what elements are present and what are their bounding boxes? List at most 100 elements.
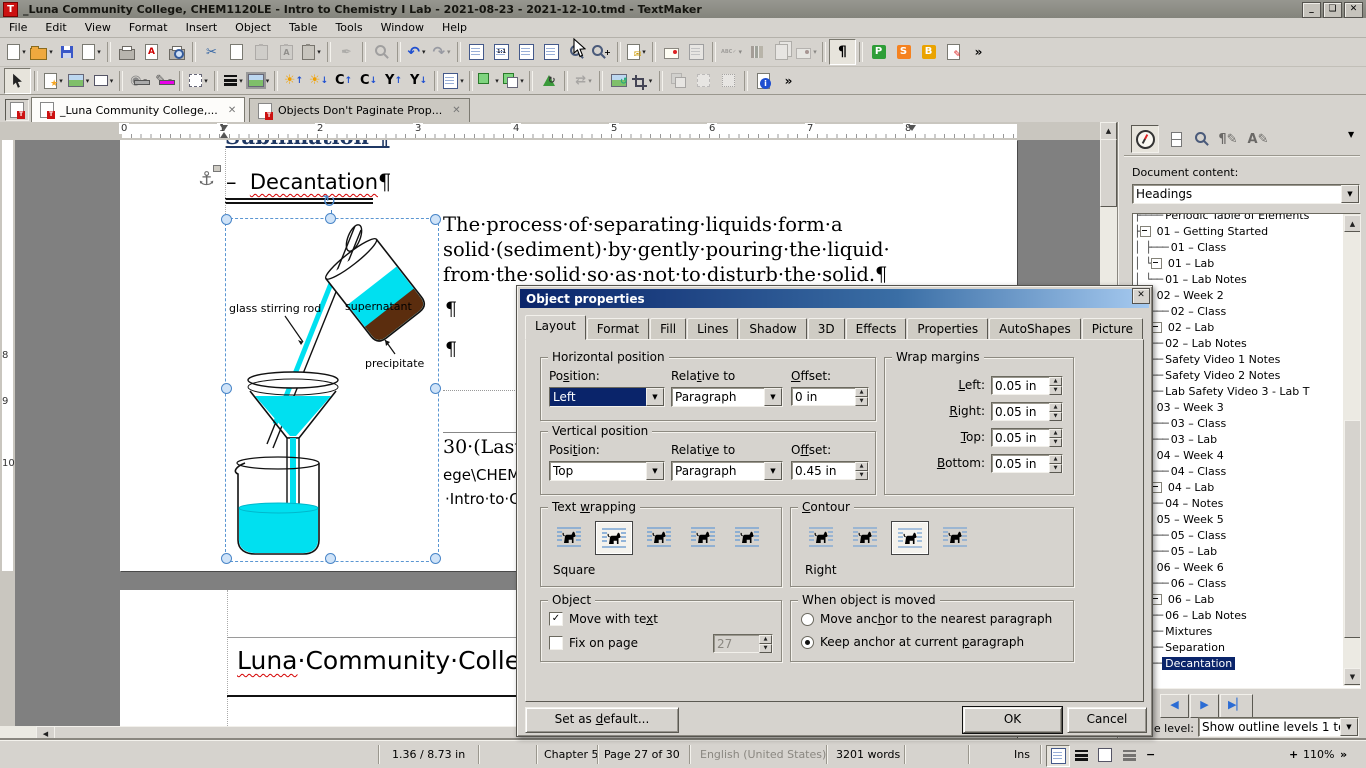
dropdown-arrow-icon[interactable]: ▾ bbox=[520, 77, 524, 85]
tree-item-04-lab[interactable]: │ └04 – Lab bbox=[1134, 479, 1342, 495]
spin-up[interactable]: ▲ bbox=[1049, 429, 1062, 438]
set-as-default-button[interactable]: Set as default... bbox=[525, 707, 679, 733]
text-wrapping-option-4[interactable] bbox=[685, 521, 721, 553]
basicmaker-button[interactable]: B bbox=[916, 40, 941, 64]
new-document-button[interactable]: ▾ bbox=[4, 40, 29, 64]
tree-collapse-icon[interactable] bbox=[1140, 226, 1151, 237]
sidebar-tab-navigation[interactable] bbox=[1131, 125, 1159, 153]
contour-option-3[interactable] bbox=[891, 521, 929, 555]
dialog-tab-effects[interactable]: Effects bbox=[846, 318, 907, 340]
flip-object-button[interactable]: ⇄▾ bbox=[571, 69, 596, 93]
outline-level-combo[interactable]: Show outline levels 1 to 9 ▼ bbox=[1198, 717, 1359, 737]
picture-style-button[interactable]: ▾ bbox=[246, 69, 271, 93]
tree-scroll-thumb[interactable] bbox=[1344, 420, 1361, 638]
tree-item-03-lab[interactable]: │ └───03 – Lab bbox=[1134, 431, 1342, 447]
view-continuous-button[interactable] bbox=[1070, 745, 1092, 765]
restore-button[interactable]: ❏ bbox=[1323, 2, 1342, 18]
dropdown-arrow-icon[interactable]: ▾ bbox=[460, 77, 464, 85]
dialog-tab-fill[interactable]: Fill bbox=[650, 318, 686, 340]
fit-window-view-button[interactable] bbox=[514, 40, 539, 64]
toolbar-overflow-button[interactable]: » bbox=[776, 69, 801, 93]
gamma-down-button[interactable]: Y↓ bbox=[406, 69, 431, 93]
dropdown-arrow-icon[interactable]: ▾ bbox=[86, 77, 90, 85]
dropdown-arrow-icon[interactable]: ▾ bbox=[49, 48, 53, 56]
view-normal-button[interactable] bbox=[1046, 745, 1070, 767]
dropdown-arrow-icon[interactable]: ▾ bbox=[266, 77, 270, 85]
borders-button[interactable]: ▾ bbox=[186, 69, 211, 93]
contour-option-4[interactable] bbox=[937, 521, 973, 553]
tree-item-06-lab[interactable]: │ └06 – Lab bbox=[1134, 591, 1342, 607]
spin-up[interactable]: ▲ bbox=[759, 635, 772, 644]
spin-down[interactable]: ▼ bbox=[1049, 386, 1062, 395]
dialog-tab-lines[interactable]: Lines bbox=[687, 318, 738, 340]
brightness-down-button[interactable]: ☀↓ bbox=[306, 69, 331, 93]
sidebar-menu-chevron[interactable]: ▼ bbox=[1348, 130, 1354, 139]
nav-previous-button[interactable]: ◀ bbox=[1160, 694, 1189, 718]
dropdown-arrow-icon[interactable]: ▾ bbox=[97, 48, 101, 56]
rotate-handle[interactable]: ↻ bbox=[322, 192, 336, 212]
tree-item-06-class[interactable]: │ ├───06 – Class bbox=[1134, 575, 1342, 591]
wrap-margin-t-op-spinner[interactable]: 0.05 in ▲▼ bbox=[991, 428, 1063, 447]
menu-item-table[interactable]: Table bbox=[280, 19, 326, 36]
tree-item-02-class[interactable]: │ ├───02 – Class bbox=[1134, 303, 1342, 319]
insert-picture-button[interactable]: ▾ bbox=[66, 69, 91, 93]
cancel-button[interactable]: Cancel bbox=[1067, 707, 1147, 733]
menu-item-window[interactable]: Window bbox=[372, 19, 433, 36]
selection-handle[interactable] bbox=[325, 553, 336, 564]
menu-item-object[interactable]: Object bbox=[226, 19, 280, 36]
zoom-percent[interactable]: 110% bbox=[1303, 748, 1334, 761]
text-wrapping-option-5[interactable] bbox=[729, 521, 765, 553]
open-button[interactable]: ▾ bbox=[29, 40, 54, 64]
tree-item-01-getting-started[interactable]: ├01 – Getting Started bbox=[1134, 223, 1342, 239]
text-wrapping-option-1[interactable] bbox=[551, 521, 587, 553]
chevron-down-icon[interactable]: ▼ bbox=[646, 388, 664, 406]
replace-picture-button[interactable]: ↺ bbox=[606, 69, 631, 93]
tree-item-05-week-5[interactable]: ├05 – Week 5 bbox=[1134, 511, 1342, 527]
zoom-in-button[interactable]: + bbox=[589, 40, 614, 64]
text-wrapping-option-3[interactable] bbox=[641, 521, 677, 553]
bring-to-front-button[interactable]: ▾ bbox=[476, 69, 501, 93]
spin-up[interactable]: ▲ bbox=[855, 388, 868, 397]
zoom-out-button[interactable]: − bbox=[1146, 748, 1155, 761]
tree-item-01-lab-notes[interactable]: │ └──01 – Lab Notes bbox=[1134, 271, 1342, 287]
sidebar-tab-paragraph-styles[interactable]: ¶✎ bbox=[1217, 128, 1239, 150]
tree-item-04-week-4[interactable]: ├04 – Week 4 bbox=[1134, 447, 1342, 463]
crop-picture-button[interactable]: ▾ bbox=[631, 69, 656, 93]
presentations-button[interactable]: S bbox=[891, 40, 916, 64]
fix-on-page-checkbox[interactable]: Fix on page bbox=[549, 636, 638, 650]
document-tab-1[interactable]: _Luna Community College,...✕ bbox=[31, 97, 245, 122]
tree-item-06-week-6[interactable]: ├06 – Week 6 bbox=[1134, 559, 1342, 575]
tab-close-icon[interactable]: ✕ bbox=[228, 105, 236, 116]
selected-image-frame[interactable] bbox=[225, 218, 439, 562]
brightness-up-button[interactable]: ☀↑ bbox=[281, 69, 306, 93]
chevron-down-icon[interactable]: ▼ bbox=[646, 462, 664, 480]
dialog-tab-format[interactable]: Format bbox=[587, 318, 649, 340]
paragraph-decantation-text[interactable]: The·process·of·separating·liquids·form·a… bbox=[443, 212, 923, 287]
chevron-down-icon[interactable]: ▼ bbox=[764, 462, 782, 480]
tree-collapse-icon[interactable] bbox=[1151, 258, 1162, 269]
selection-handle[interactable] bbox=[430, 553, 441, 564]
send-to-back-button[interactable]: ▾ bbox=[501, 69, 526, 93]
selection-handle[interactable] bbox=[430, 214, 441, 225]
menu-item-view[interactable]: View bbox=[76, 19, 120, 36]
cut-button[interactable]: ✂ bbox=[199, 40, 224, 64]
clipped-text-fragment[interactable]: ege\CHEM bbox=[443, 466, 520, 484]
pilcrow-2[interactable]: ¶ bbox=[445, 338, 457, 360]
spell-check-button[interactable]: ABC✓▾ bbox=[719, 40, 744, 64]
h-relative-combo[interactable]: Paragraph▼ bbox=[671, 387, 783, 407]
references-button[interactable] bbox=[769, 40, 794, 64]
view-fullpage-button[interactable] bbox=[1094, 745, 1116, 765]
dropdown-arrow-icon[interactable]: ▾ bbox=[110, 77, 114, 85]
spin-down[interactable]: ▼ bbox=[1049, 412, 1062, 421]
paste-button[interactable] bbox=[249, 40, 274, 64]
spin-down[interactable]: ▼ bbox=[759, 644, 772, 653]
textmaker-notes-button[interactable]: ✎ bbox=[941, 40, 966, 64]
tree-item-02-lab[interactable]: │ └02 – Lab bbox=[1134, 319, 1342, 335]
object-properties-button[interactable]: i bbox=[751, 69, 776, 93]
document-tab-2[interactable]: Objects Don't Paginate Prop...✕ bbox=[249, 98, 470, 122]
tree-item-lab-safety-video-3-lab-t[interactable]: │ └──Lab Safety Video 3 - Lab T bbox=[1134, 383, 1342, 399]
insert-comment-button[interactable] bbox=[659, 40, 684, 64]
tree-item-04-notes[interactable]: │ └──04 – Notes bbox=[1134, 495, 1342, 511]
move-with-text-checkbox[interactable]: ✓ Move with text bbox=[549, 612, 658, 626]
tree-item-06-lab-notes[interactable]: │ ├──06 – Lab Notes bbox=[1134, 607, 1342, 623]
